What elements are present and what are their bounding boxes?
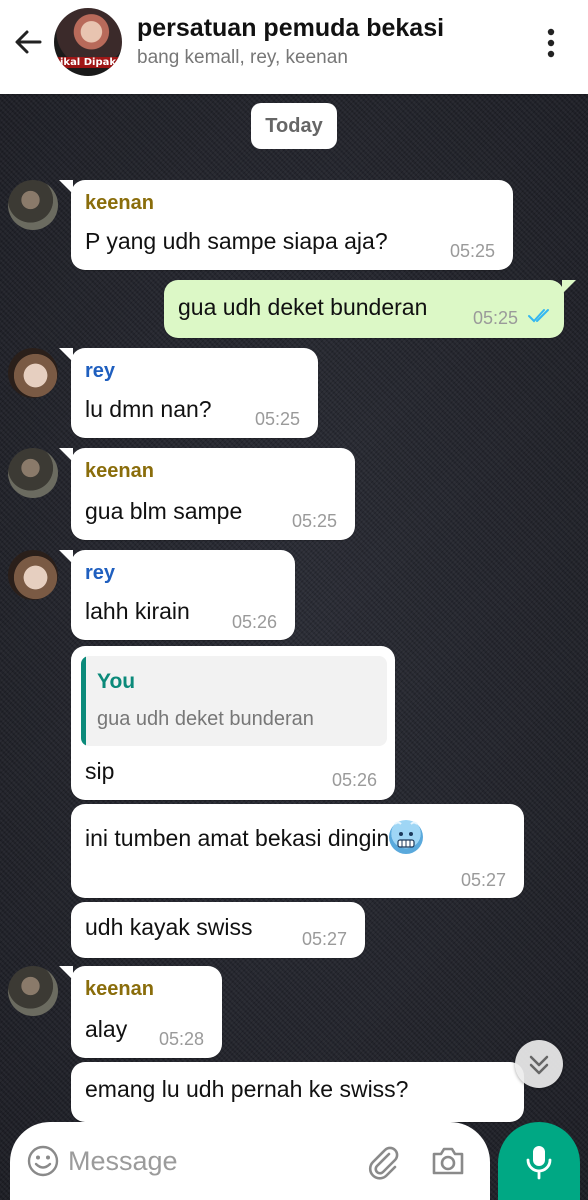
message-text: sip bbox=[85, 758, 115, 784]
more-vertical-icon bbox=[547, 28, 555, 58]
back-button[interactable] bbox=[12, 26, 44, 58]
avatar-keenan[interactable] bbox=[8, 966, 58, 1016]
message-text: gua udh deket bunderan bbox=[178, 294, 428, 320]
sender-name: rey bbox=[85, 562, 116, 584]
double-check-icon bbox=[528, 309, 549, 323]
message-time: 05:25 bbox=[473, 308, 519, 328]
quoted-message[interactable]: You gua udh deket bunderan bbox=[81, 656, 387, 746]
message-bubble[interactable]: keenan alay 05:28 bbox=[59, 966, 222, 1058]
more-options-button[interactable] bbox=[536, 26, 566, 60]
emoji-button[interactable] bbox=[26, 1144, 60, 1178]
sender-name: keenan bbox=[85, 978, 154, 1000]
quoted-text: gua udh deket bunderan bbox=[97, 708, 314, 730]
chat-header: ikal Dipak persatuan pemuda bekasi bang … bbox=[0, 0, 588, 94]
voice-record-button[interactable] bbox=[498, 1122, 580, 1200]
quoted-sender: You bbox=[97, 670, 136, 693]
message-time: 05:26 bbox=[332, 770, 378, 790]
date-separator: Today bbox=[251, 103, 337, 149]
group-avatar[interactable]: ikal Dipak bbox=[54, 8, 122, 76]
message-time: 05:25 bbox=[292, 511, 338, 531]
camera-button[interactable] bbox=[430, 1144, 466, 1178]
cold-face-emoji-icon bbox=[389, 820, 424, 854]
camera-icon bbox=[432, 1147, 464, 1175]
message-text: ini tumben amat bekasi dingin bbox=[85, 825, 390, 851]
chat-participants[interactable]: bang kemall, rey, keenan bbox=[137, 47, 348, 69]
arrow-left-icon bbox=[15, 30, 42, 54]
message-text: udh kayak swiss bbox=[85, 914, 253, 940]
message-bubble[interactable]: ini tumben amat bekasi dingin 05:27 bbox=[71, 804, 524, 898]
scroll-to-bottom-button[interactable] bbox=[515, 1040, 563, 1088]
message-text: lu dmn nan? bbox=[85, 396, 212, 422]
message-text: emang lu udh pernah ke swiss? bbox=[85, 1076, 409, 1102]
message-time: 05:26 bbox=[232, 612, 278, 632]
message-bubble[interactable]: rey lahh kirain 05:26 bbox=[59, 550, 295, 640]
avatar-keenan[interactable] bbox=[8, 180, 58, 230]
paperclip-icon bbox=[368, 1146, 399, 1180]
message-text: gua blm sampe bbox=[85, 498, 243, 524]
message-text: P yang udh sampe siapa aja? bbox=[85, 228, 388, 254]
message-bubble[interactable]: keenan gua blm sampe 05:25 bbox=[59, 448, 355, 540]
message-text: alay bbox=[85, 1016, 128, 1042]
quote-bar bbox=[81, 656, 86, 746]
message-time: 05:27 bbox=[302, 929, 348, 949]
message-text-row: ini tumben amat bekasi dingin bbox=[85, 820, 424, 854]
sender-name: rey bbox=[85, 360, 116, 382]
chevron-double-down-icon bbox=[529, 1055, 549, 1075]
message-composer bbox=[10, 1122, 490, 1200]
avatar-keenan[interactable] bbox=[8, 448, 58, 498]
message-bubble[interactable]: rey lu dmn nan? 05:25 bbox=[59, 348, 318, 438]
message-time: 05:28 bbox=[159, 1029, 205, 1049]
message-bubble[interactable]: emang lu udh pernah ke swiss? bbox=[71, 1062, 524, 1122]
sender-name: keenan bbox=[85, 192, 154, 214]
message-time: 05:25 bbox=[255, 409, 301, 429]
message-bubble-reply[interactable]: You gua udh deket bunderan sip 05:26 bbox=[71, 646, 395, 800]
message-bubble[interactable]: keenan P yang udh sampe siapa aja? 05:25 bbox=[59, 180, 513, 270]
attach-button[interactable] bbox=[365, 1144, 401, 1180]
message-text: lahh kirain bbox=[85, 598, 190, 624]
avatar-rey[interactable] bbox=[8, 550, 58, 600]
avatar-rey[interactable] bbox=[8, 348, 58, 398]
message-bubble-outgoing[interactable]: gua udh deket bunderan 05:25 bbox=[164, 280, 576, 338]
message-bubble[interactable]: udh kayak swiss 05:27 bbox=[71, 902, 365, 958]
sender-name: keenan bbox=[85, 460, 154, 482]
message-time: 05:27 bbox=[461, 870, 507, 890]
chat-title[interactable]: persatuan pemuda bekasi bbox=[137, 14, 444, 43]
message-input[interactable] bbox=[68, 1136, 348, 1186]
message-time: 05:25 bbox=[450, 241, 496, 261]
smiley-icon bbox=[27, 1145, 59, 1177]
microphone-icon bbox=[526, 1146, 552, 1180]
group-avatar-caption: ikal Dipak bbox=[54, 57, 122, 68]
